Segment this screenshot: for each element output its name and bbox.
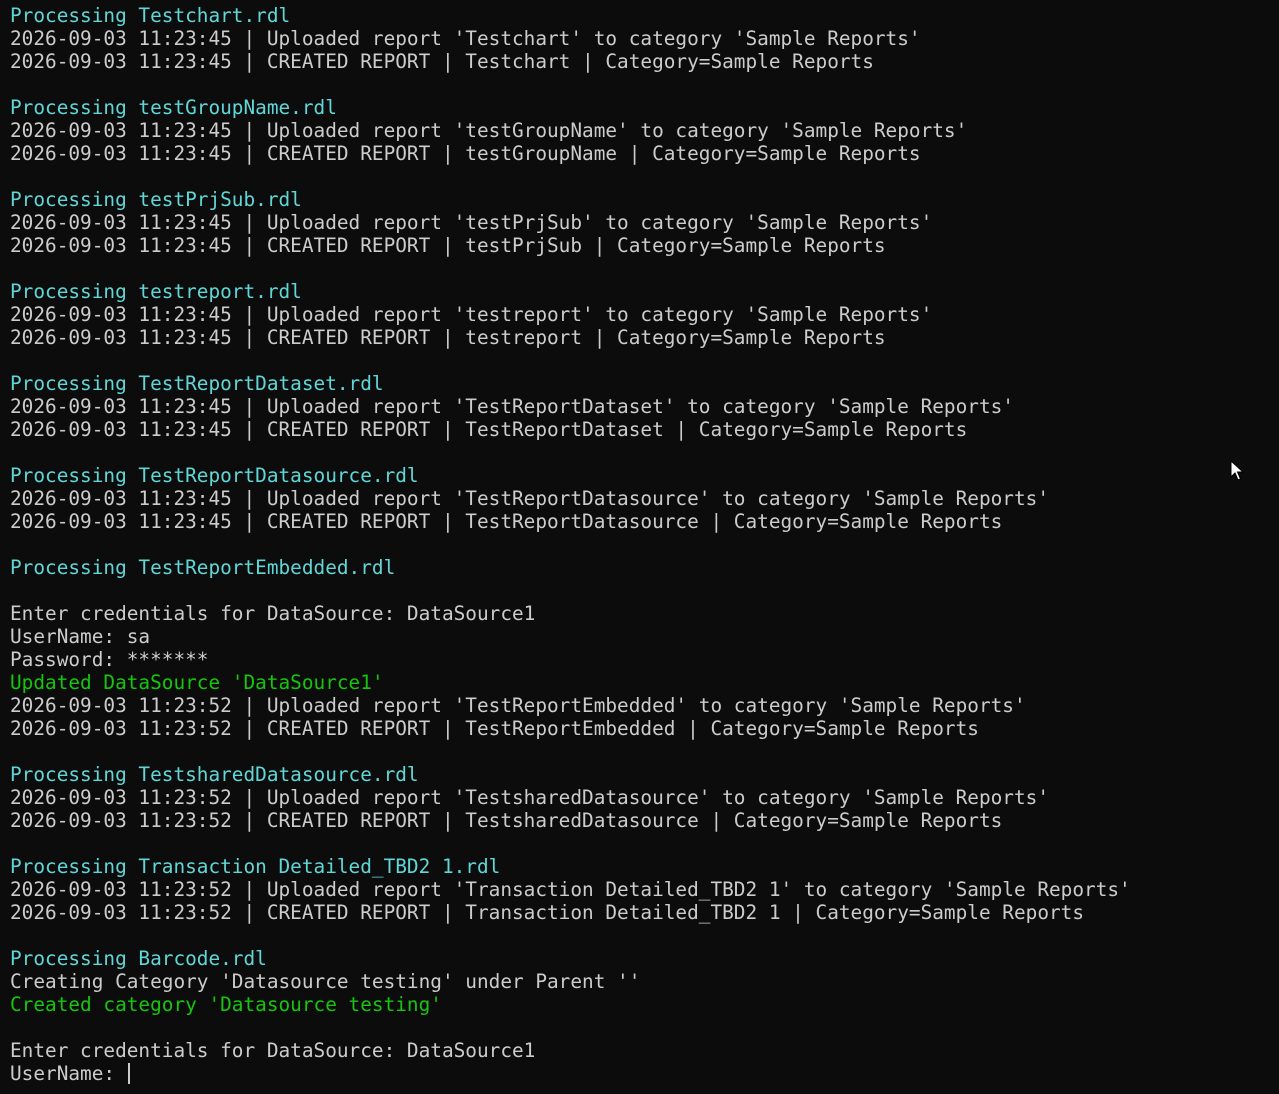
terminal-line: 2026-09-03 11:23:45 | CREATED REPORT | t… [10, 234, 886, 257]
processing-line: Processing testGroupName.rdl [10, 96, 337, 119]
terminal-line: Enter credentials for DataSource: DataSo… [10, 1039, 536, 1062]
terminal-line: Password: ******* [10, 648, 209, 671]
terminal-line: 2026-09-03 11:23:45 | Uploaded report 't… [10, 119, 968, 142]
text-cursor [127, 1063, 130, 1084]
terminal-line: 2026-09-03 11:23:45 | Uploaded report 'T… [10, 27, 921, 50]
terminal-line: 2026-09-03 11:23:52 | CREATED REPORT | T… [10, 809, 1003, 832]
terminal-line: Creating Category 'Datasource testing' u… [10, 970, 641, 993]
terminal-line: 2026-09-03 11:23:52 | CREATED REPORT | T… [10, 717, 979, 740]
terminal-line: 2026-09-03 11:23:45 | Uploaded report 'T… [10, 487, 1049, 510]
processing-line: Processing TestReportEmbedded.rdl [10, 556, 396, 579]
success-line: Created category 'Datasource testing' [10, 993, 442, 1016]
processing-line: Processing Transaction Detailed_TBD2 1.r… [10, 855, 501, 878]
terminal-line: 2026-09-03 11:23:45 | CREATED REPORT | t… [10, 142, 921, 165]
terminal-line: 2026-09-03 11:23:52 | Uploaded report 'T… [10, 694, 1026, 717]
prompt-label: UserName: [10, 1062, 127, 1085]
terminal-line: Enter credentials for DataSource: DataSo… [10, 602, 536, 625]
terminal-line: 2026-09-03 11:23:45 | CREATED REPORT | t… [10, 326, 886, 349]
processing-line: Processing testreport.rdl [10, 280, 302, 303]
terminal-line: 2026-09-03 11:23:52 | Uploaded report 'T… [10, 878, 1131, 901]
terminal-output: Processing Testchart.rdl 2026-09-03 11:23… [10, 4, 1275, 1085]
processing-line: Processing Barcode.rdl [10, 947, 267, 970]
terminal-line: 2026-09-03 11:23:45 | Uploaded report 't… [10, 303, 933, 326]
terminal-line: 2026-09-03 11:23:45 | Uploaded report 'T… [10, 395, 1014, 418]
processing-line: Processing TestReportDatasource.rdl [10, 464, 419, 487]
processing-line: Processing testPrjSub.rdl [10, 188, 302, 211]
terminal-line: 2026-09-03 11:23:52 | CREATED REPORT | T… [10, 901, 1085, 924]
processing-line: Processing TestReportDataset.rdl [10, 372, 384, 395]
processing-line: Processing Testchart.rdl [10, 4, 291, 27]
terminal-line: 2026-09-03 11:23:52 | Uploaded report 'T… [10, 786, 1049, 809]
terminal-line: 2026-09-03 11:23:45 | CREATED REPORT | T… [10, 50, 874, 73]
mouse-pointer-icon [1230, 460, 1244, 481]
success-line: Updated DataSource 'DataSource1' [10, 671, 384, 694]
terminal-line: 2026-09-03 11:23:45 | CREATED REPORT | T… [10, 418, 968, 441]
terminal-line: 2026-09-03 11:23:45 | CREATED REPORT | T… [10, 510, 1003, 533]
terminal-line: UserName: sa [10, 625, 151, 648]
terminal-line: 2026-09-03 11:23:45 | Uploaded report 't… [10, 211, 933, 234]
processing-line: Processing TestsharedDatasource.rdl [10, 763, 419, 786]
terminal-prompt-line[interactable]: UserName: [10, 1062, 1275, 1085]
